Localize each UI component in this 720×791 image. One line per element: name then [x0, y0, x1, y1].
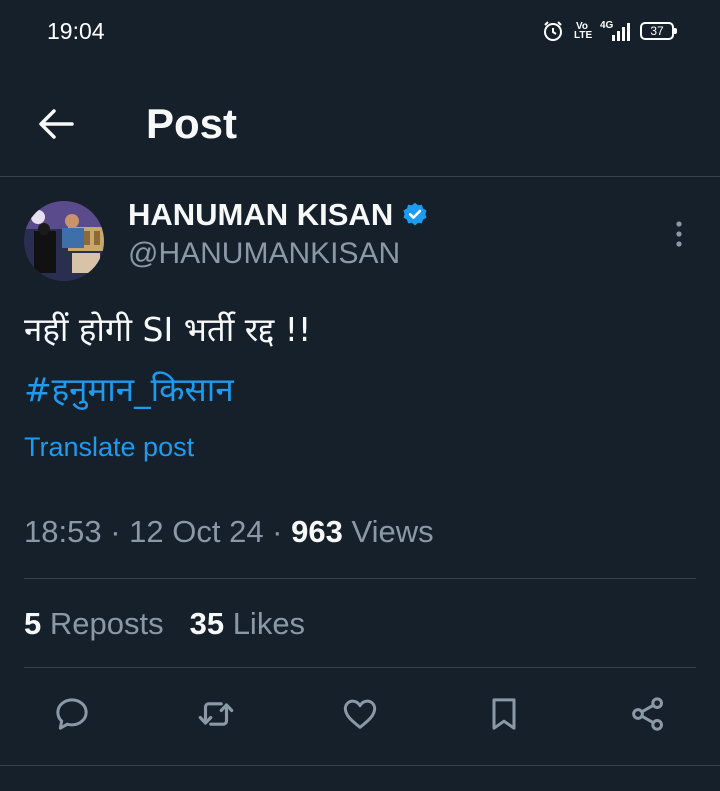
likes-count: 35: [189, 606, 225, 641]
author-row: HANUMAN KISAN @HANUMANKISAN: [0, 177, 720, 281]
more-vertical-icon: [676, 221, 682, 247]
post-stats: 5 Reposts 35 Likes: [24, 606, 305, 642]
header: Post: [0, 64, 720, 177]
like-button[interactable]: [336, 690, 384, 738]
action-bar: [0, 690, 720, 742]
bookmark-icon: [492, 698, 516, 730]
bookmark-button[interactable]: [480, 690, 528, 738]
post-date: 12 Oct 24: [129, 514, 264, 549]
divider: [24, 578, 696, 579]
post-time: 18:53: [24, 514, 102, 549]
meta-separator: ·: [101, 514, 130, 549]
divider: [24, 667, 696, 668]
status-bar: 19:04 Vo LTE 4G 37: [0, 0, 720, 64]
views-label: Views: [342, 514, 434, 549]
hashtag-link[interactable]: #हनुमान_किसान: [24, 366, 234, 411]
like-icon: [343, 699, 377, 729]
reposts-count: 5: [24, 606, 42, 641]
author-name-text: HANUMAN KISAN: [128, 197, 394, 232]
translate-post-link[interactable]: Translate post: [24, 432, 194, 463]
reply-button[interactable]: [48, 690, 96, 738]
meta-separator: ·: [263, 514, 292, 549]
divider: [0, 765, 720, 766]
likes-label: Likes: [224, 606, 306, 641]
likes-stat[interactable]: 35 Likes: [190, 606, 305, 642]
post-text: नहीं होगी SI भर्ती रद्द !!: [24, 310, 312, 349]
verified-badge-icon: [403, 202, 427, 226]
repost-button[interactable]: [192, 690, 240, 738]
volte-icon: Vo LTE: [574, 22, 593, 41]
share-icon: [632, 697, 663, 731]
arrow-left-icon: [39, 109, 74, 139]
avatar-image: [24, 201, 104, 281]
battery-icon: 37: [640, 22, 677, 40]
battery-level: 37: [650, 24, 664, 38]
signal-icon: 4G: [600, 20, 630, 42]
status-time: 19:04: [47, 18, 105, 44]
alarm-icon: [544, 21, 562, 41]
reply-icon: [56, 698, 88, 730]
author-handle[interactable]: @HANUMANKISAN: [128, 237, 400, 271]
page-title: Post: [146, 100, 238, 147]
back-button[interactable]: [34, 102, 78, 146]
more-options-button[interactable]: [672, 219, 686, 249]
status-icons: Vo LTE 4G 37: [542, 20, 677, 42]
author-name[interactable]: HANUMAN KISAN: [128, 197, 429, 233]
post-meta: 18:53 · 12 Oct 24 · 963 Views: [24, 514, 434, 550]
volte-bottom: LTE: [574, 30, 593, 41]
avatar[interactable]: [24, 201, 104, 281]
reposts-stat[interactable]: 5 Reposts: [24, 606, 164, 642]
views-count: 963: [291, 514, 343, 549]
share-button[interactable]: [624, 690, 672, 738]
reposts-label: Reposts: [41, 606, 164, 641]
repost-icon: [198, 702, 234, 726]
